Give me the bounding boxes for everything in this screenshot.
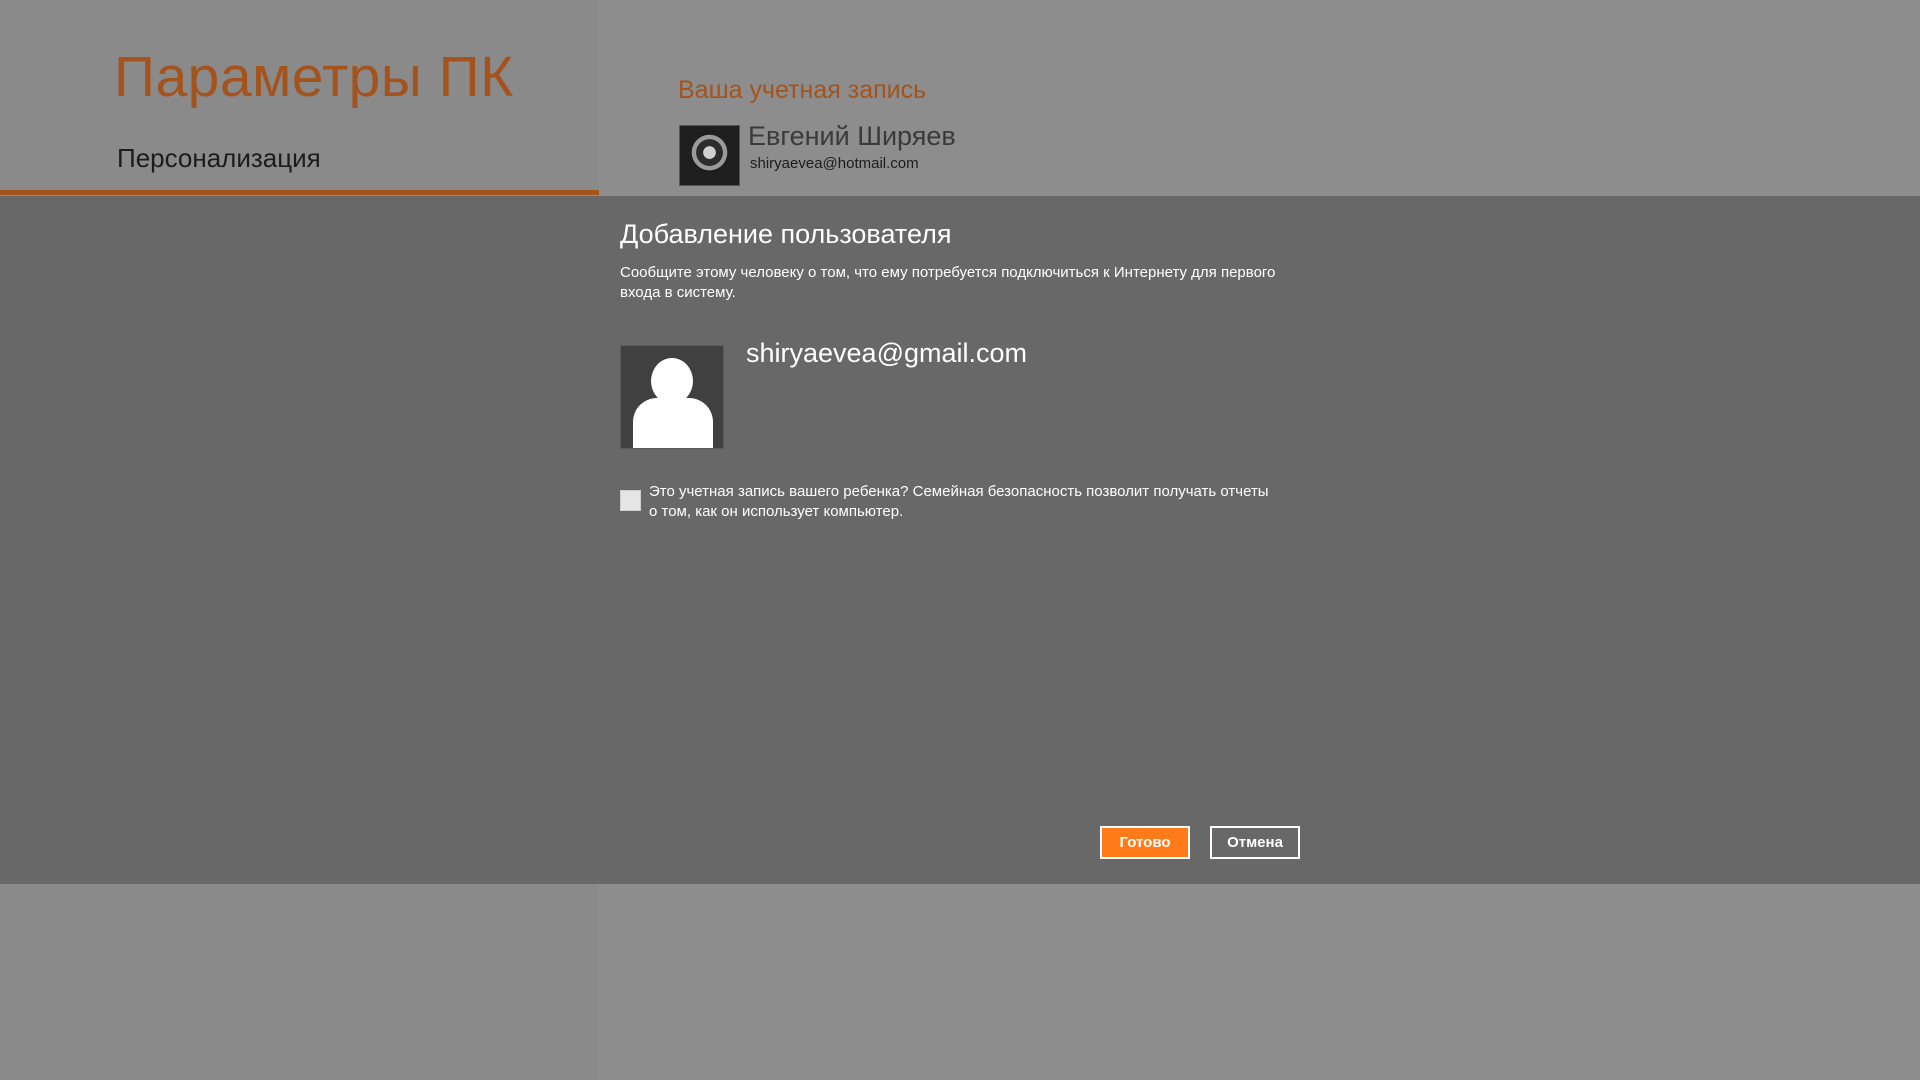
app-title: Параметры ПК bbox=[114, 45, 514, 109]
dialog-title: Добавление пользователя bbox=[620, 219, 952, 249]
new-user-email: shiryaevea@gmail.com bbox=[746, 338, 1028, 368]
nav-item-personalization[interactable]: Персонализация bbox=[117, 143, 321, 174]
dialog-description: Сообщите этому человеку о том, что ему п… bbox=[620, 264, 1276, 301]
child-account-checkbox[interactable] bbox=[620, 490, 641, 511]
avatar-body-shape bbox=[633, 398, 713, 448]
account-avatar bbox=[679, 125, 740, 186]
account-user-name: Евгений Ширяев bbox=[748, 121, 956, 151]
default-user-avatar-icon bbox=[620, 345, 724, 449]
cancel-button[interactable]: Отмена bbox=[1210, 826, 1300, 859]
done-button[interactable]: Готово bbox=[1100, 826, 1190, 859]
pc-settings-screen: Параметры ПК Персонализация Ваша учетная… bbox=[0, 0, 1920, 1080]
account-section-title: Ваша учетная запись bbox=[678, 76, 927, 104]
account-user-email: shiryaevea@hotmail.com bbox=[750, 155, 919, 172]
nav-selection-indicator bbox=[0, 190, 599, 195]
child-account-label[interactable]: Это учетная запись вашего ребенка? Семей… bbox=[649, 482, 1269, 522]
